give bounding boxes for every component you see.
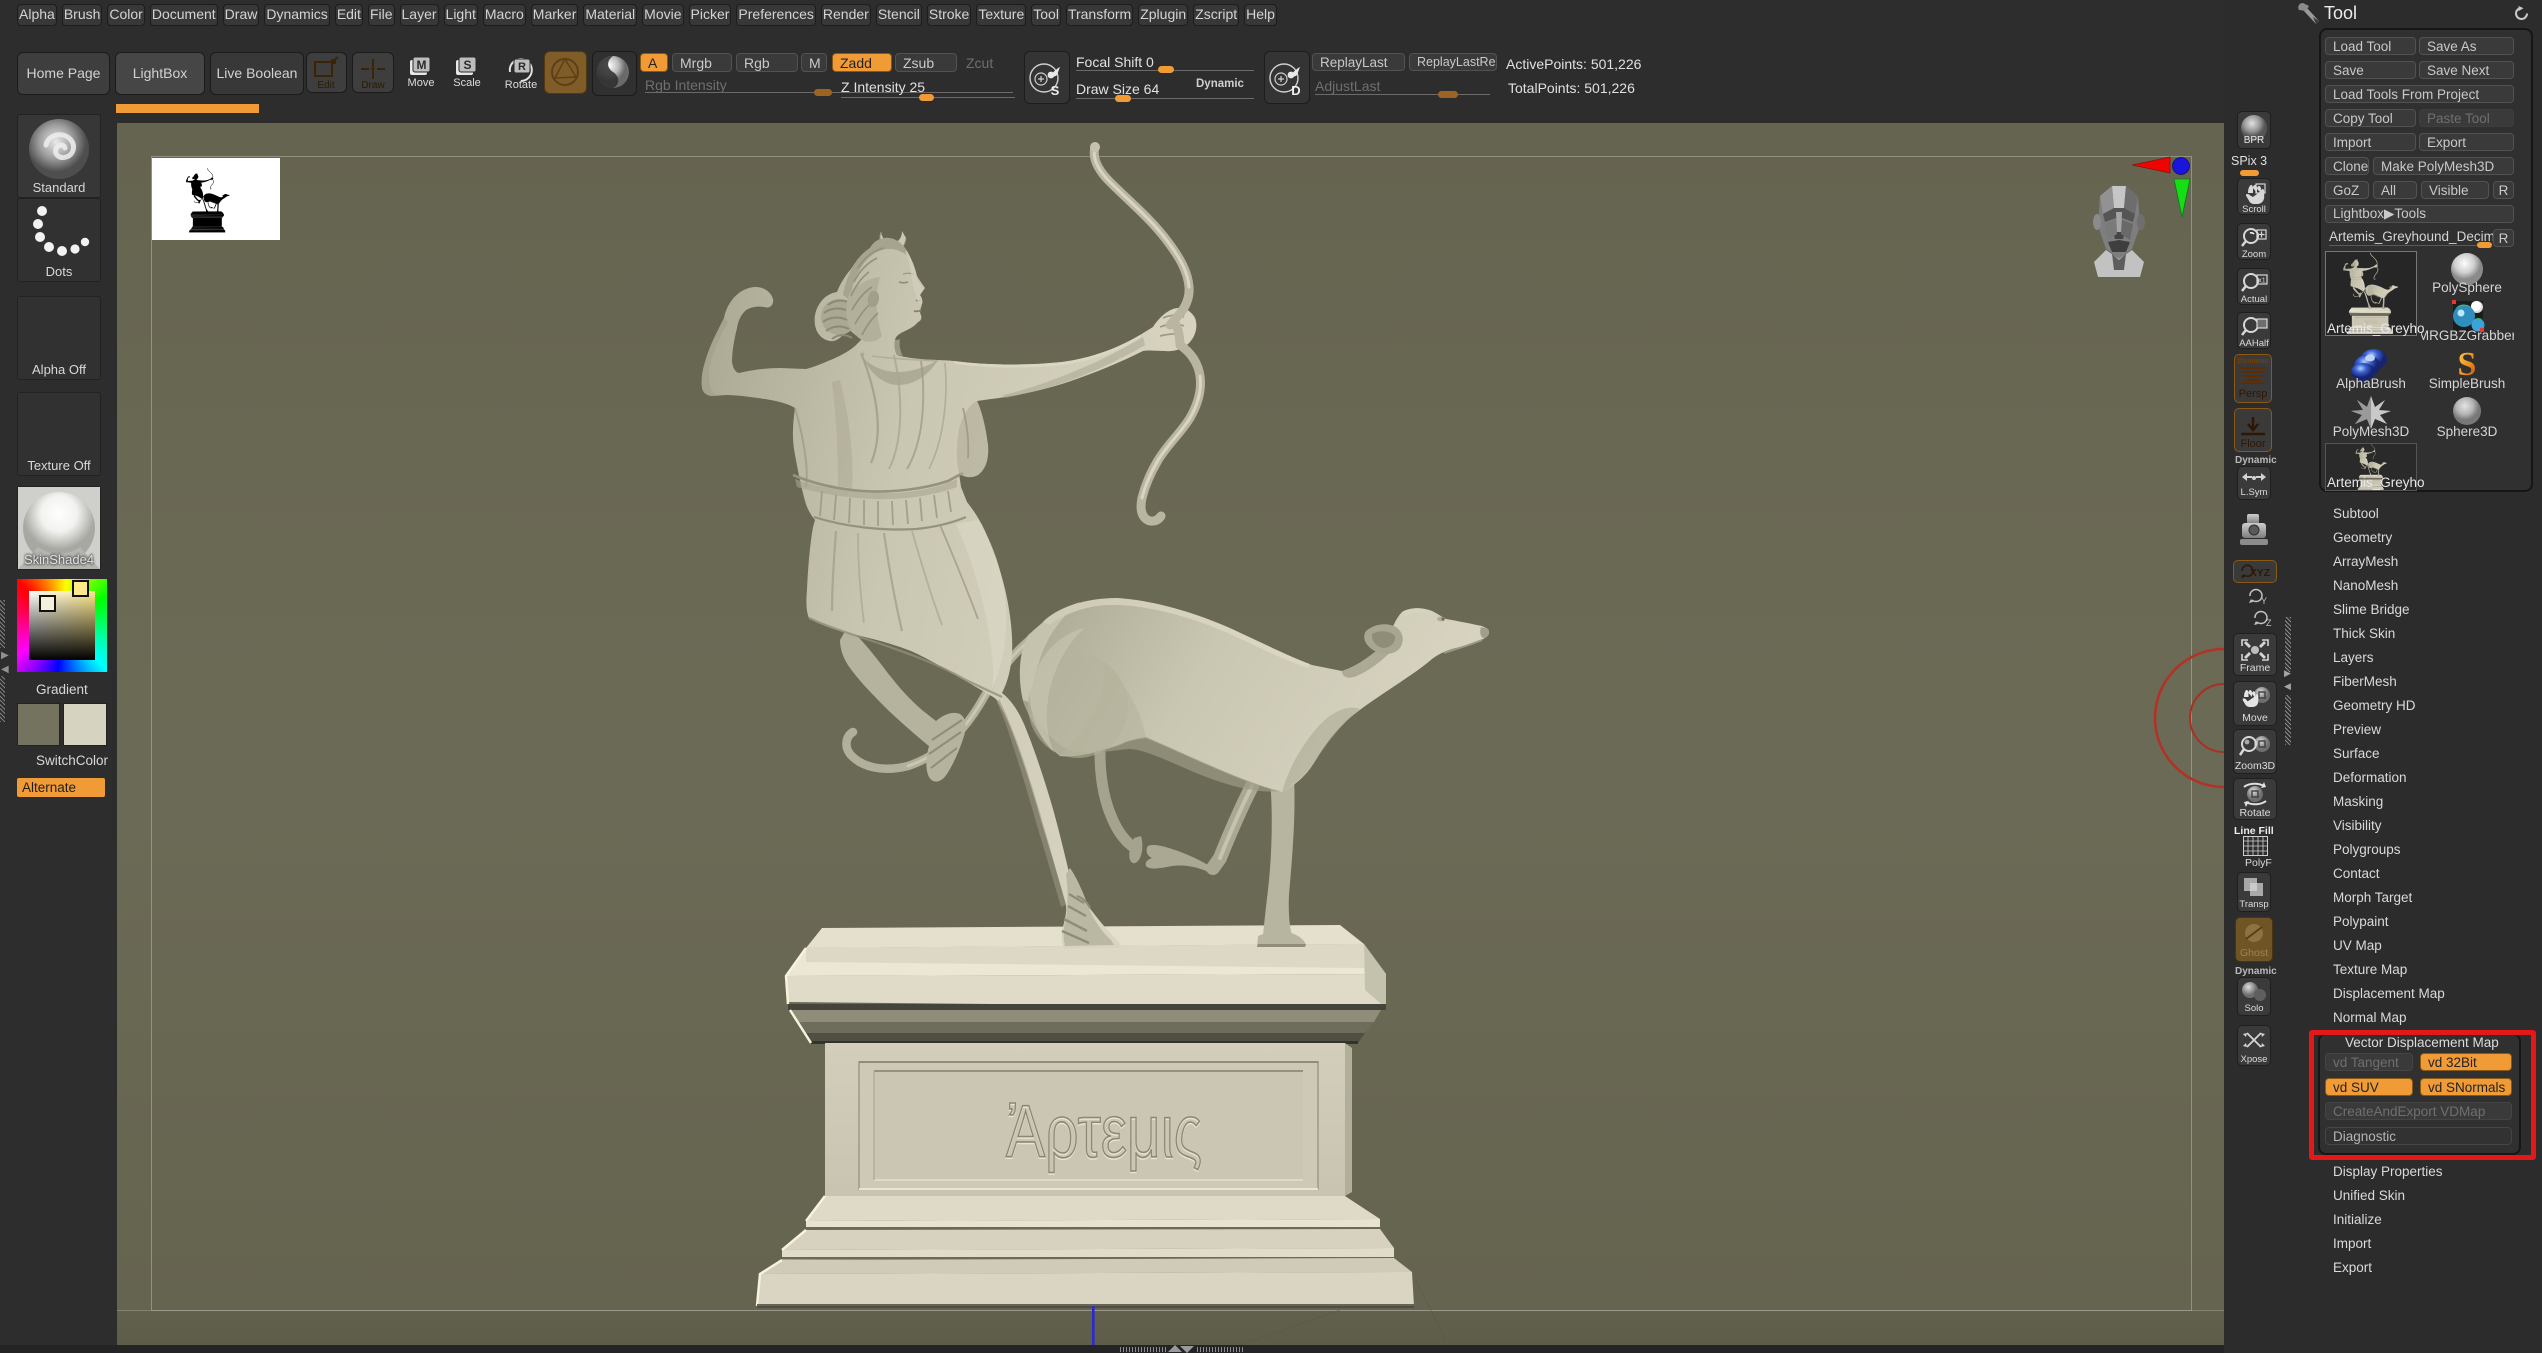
svg-text:D: D [1291, 83, 1300, 98]
svg-text:Zoom3D: Zoom3D [2235, 760, 2276, 772]
svg-text:L.Sym: L.Sym [2241, 487, 2268, 498]
svg-text:XYZ: XYZ [2250, 567, 2271, 579]
svg-text:Xpose: Xpose [2241, 1054, 2268, 1065]
svg-text:Actual: Actual [2241, 294, 2267, 304]
svg-text:Z: Z [2266, 618, 2272, 628]
svg-text:Dynamic: Dynamic [2237, 356, 2268, 365]
svg-text:AAHalf: AAHalf [2239, 338, 2269, 348]
svg-text:SimpleBrush: SimpleBrush [2429, 376, 2506, 391]
svg-text:MRGBZGrabber: MRGBZGrabber [2421, 328, 2514, 343]
svg-text:Persp: Persp [2239, 388, 2268, 400]
svg-text:BPR: BPR [2244, 135, 2265, 146]
svg-text:PolySphere: PolySphere [2432, 280, 2502, 295]
svg-text:Transp: Transp [2239, 899, 2268, 910]
svg-text:Zoom: Zoom [2242, 249, 2266, 259]
svg-text:Ghost: Ghost [2240, 947, 2268, 959]
svg-text:Solo: Solo [2244, 1003, 2263, 1014]
svg-text:M: M [417, 58, 427, 72]
svg-text:AlphaBrush: AlphaBrush [2336, 376, 2406, 391]
svg-text:Rotate: Rotate [505, 79, 537, 91]
svg-text:x1: x1 [2258, 278, 2266, 285]
svg-text:R: R [518, 61, 526, 73]
svg-text:Rotate: Rotate [2240, 807, 2271, 819]
svg-text:Move: Move [2242, 712, 2268, 724]
svg-text:Y: Y [2261, 596, 2267, 606]
svg-text:Move: Move [408, 77, 435, 89]
svg-text:S: S [463, 58, 471, 72]
svg-text:PolyMesh3D: PolyMesh3D [2333, 424, 2410, 439]
svg-text:Scroll: Scroll [2242, 204, 2266, 214]
svg-text:Scale: Scale [453, 77, 481, 89]
svg-text:Sphere3D: Sphere3D [2437, 424, 2498, 439]
svg-text:Edit: Edit [317, 80, 334, 91]
svg-text:S: S [1051, 83, 1060, 98]
svg-text:Frame: Frame [2240, 662, 2270, 674]
svg-text:Floor: Floor [2240, 438, 2265, 450]
svg-text:Draw: Draw [361, 80, 385, 91]
